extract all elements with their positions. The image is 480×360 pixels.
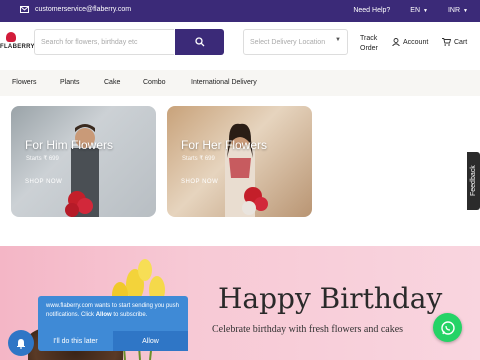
chevron-down-icon: ▼ — [423, 7, 428, 14]
push-message: www.flaberry.com wants to start sending … — [46, 302, 182, 320]
bell-icon — [17, 339, 25, 349]
currency-select[interactable]: INR ▼ — [448, 7, 468, 14]
nav-item-plants[interactable]: Plants — [60, 79, 79, 86]
search-button[interactable] — [175, 29, 224, 55]
user-icon — [392, 38, 400, 46]
whatsapp-icon — [440, 320, 455, 335]
notification-bell-button[interactable] — [8, 330, 34, 356]
nav-item-international-delivery[interactable]: International Delivery — [191, 79, 257, 86]
header: FLABERRY Search for flowers, birthday et… — [0, 22, 480, 66]
push-message-allow: Allow — [95, 312, 112, 318]
man-with-flowers-image — [65, 124, 99, 217]
email-text: customerservice@flaberry.com — [35, 6, 132, 13]
banner-heading: Happy Birthday — [218, 282, 443, 315]
for-him-card[interactable]: For Him Flowers Starts ₹ 699 SHOP NOW — [11, 106, 156, 217]
category-cards: For Him Flowers Starts ₹ 699 SHOP NOW Fo… — [0, 96, 480, 246]
later-button[interactable]: I'll do this later — [38, 331, 113, 351]
track-order-link[interactable]: Track Order — [360, 34, 382, 54]
language-select[interactable]: EN ▼ — [410, 7, 428, 14]
nav-item-cake[interactable]: Cake — [104, 79, 120, 86]
logo-mark — [6, 32, 16, 42]
top-bar: customerservice@flaberry.com Need Help? … — [0, 0, 480, 22]
woman-with-flowers-image — [225, 123, 268, 217]
mail-icon — [20, 6, 29, 13]
chevron-down-icon: ▼ — [335, 37, 341, 43]
cart-icon — [442, 38, 451, 46]
chevron-down-icon: ▼ — [463, 7, 468, 14]
whatsapp-button[interactable] — [433, 313, 462, 342]
for-her-card[interactable]: For Her Flowers Starts ₹ 699 SHOP NOW — [167, 106, 312, 217]
main-nav: Flowers Plants Cake Combo International … — [0, 70, 480, 96]
email-link[interactable]: customerservice@flaberry.com — [20, 6, 131, 13]
shop-now-link[interactable]: SHOP NOW — [181, 179, 218, 185]
card-price: Starts ₹ 699 — [182, 156, 215, 162]
language-label: EN — [410, 7, 421, 14]
search-input[interactable]: Search for flowers, birthday etc — [34, 29, 174, 55]
logo-text: FLABERRY — [0, 44, 35, 50]
cart-label: Cart — [454, 38, 468, 46]
nav-item-combo[interactable]: Combo — [143, 79, 166, 86]
delivery-location-select[interactable]: Select Delivery Location ▼ — [243, 29, 348, 55]
allow-button[interactable]: Allow — [113, 331, 188, 351]
banner-subheading: Celebrate birthday with fresh flowers an… — [212, 324, 404, 335]
currency-label: INR — [447, 7, 461, 14]
search-icon — [194, 37, 204, 47]
feedback-tab[interactable]: Feedback — [467, 152, 480, 210]
help-link[interactable]: Need Help? — [353, 7, 390, 14]
location-placeholder: Select Delivery Location — [250, 39, 326, 46]
card-title: For Him Flowers — [25, 138, 114, 152]
account-link[interactable]: Account — [392, 38, 428, 46]
push-notification-prompt: www.flaberry.com wants to start sending … — [38, 296, 188, 351]
card-price: Starts ₹ 699 — [26, 156, 59, 162]
account-label: Account — [403, 38, 429, 46]
shop-now-link[interactable]: SHOP NOW — [25, 179, 62, 185]
card-title: For Her Flowers — [181, 138, 268, 152]
nav-item-flowers[interactable]: Flowers — [12, 79, 37, 86]
cart-link[interactable]: Cart — [442, 38, 467, 46]
push-message-suffix: to subscribe. — [111, 312, 148, 318]
